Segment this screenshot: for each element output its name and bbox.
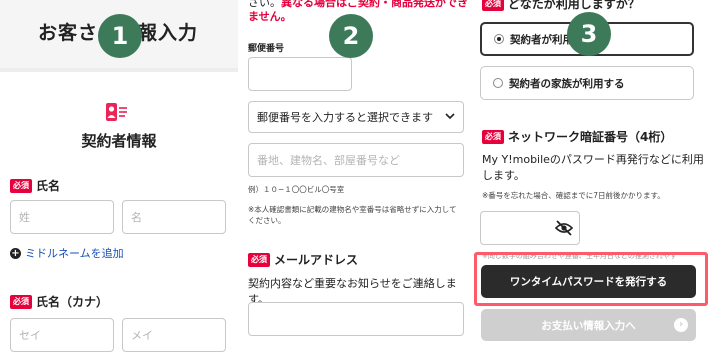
required-badge: 必須 xyxy=(482,129,504,144)
first-name-input[interactable]: 名 xyxy=(122,200,226,234)
pin-label-row: 必須 ネットワーク暗証番号（4桁） xyxy=(482,128,672,145)
name-label: 氏名 xyxy=(36,179,61,193)
radio-family-label: 契約者の家族が利用する xyxy=(509,77,625,90)
plus-circle-icon: + xyxy=(10,247,21,259)
eye-slash-icon[interactable] xyxy=(555,220,573,236)
postal-code-input[interactable] xyxy=(248,57,352,91)
step-badge-3: 3 xyxy=(567,12,611,56)
add-middle-name-link[interactable]: + ミドルネームを追加 xyxy=(10,245,124,261)
kana-label-row: 必須 氏名（カナ） xyxy=(10,293,108,310)
warning-plain: さい。 xyxy=(248,0,281,9)
required-badge: 必須 xyxy=(482,0,504,11)
address-select[interactable]: 郵便番号を入力すると選択できます xyxy=(248,101,464,133)
last-name-kana-input[interactable]: セイ xyxy=(10,318,114,352)
required-badge: 必須 xyxy=(10,294,32,309)
radio-selected-icon xyxy=(494,34,504,44)
title-divider xyxy=(0,68,238,72)
step-badge-1: 1 xyxy=(98,14,142,58)
name-label-row: 必須 氏名 xyxy=(10,177,60,194)
issue-otp-button[interactable]: ワンタイムパスワードを発行する xyxy=(481,265,696,298)
radio-unselected-icon xyxy=(493,78,503,88)
pin-note: ※番号を忘れた場合、確認までに7日前後かかります。 xyxy=(482,191,665,200)
next-payment-button[interactable]: お支払い情報入力へ › xyxy=(481,309,696,341)
first-name-kana-input[interactable]: メイ xyxy=(122,318,226,352)
address-note: ※本人確認書類に記載の建物名や室番号は省略せずに入力してください。 xyxy=(248,205,457,225)
email-label-row: 必須 メールアドレス xyxy=(248,251,358,268)
pin-label: ネットワーク暗証番号（4桁） xyxy=(508,130,673,144)
required-badge: 必須 xyxy=(248,252,270,267)
kana-label: 氏名（カナ） xyxy=(36,295,109,309)
address-select-value: 郵便番号を入力すると選択できます xyxy=(257,111,433,124)
first-name-placeholder: 名 xyxy=(131,211,142,224)
step-badge-2: 2 xyxy=(329,14,373,58)
pin-input[interactable] xyxy=(480,211,580,245)
arrow-right-icon: › xyxy=(674,318,688,332)
pin-description: My Y!mobileのパスワード再発行などに利用します。 xyxy=(482,153,704,182)
email-label: メールアドレス xyxy=(274,253,359,267)
first-kana-placeholder: メイ xyxy=(131,329,153,342)
address-example: 例）１０−１〇〇ビル〇号室 xyxy=(248,185,345,194)
address-detail-placeholder: 番地、建物名、部屋番号など xyxy=(257,154,400,167)
chevron-down-icon xyxy=(445,113,455,120)
postal-code-label: 郵便番号 xyxy=(248,44,285,54)
last-kana-placeholder: セイ xyxy=(19,329,41,342)
user-question-row: 必須 どなたが利用しますか？ xyxy=(482,0,640,12)
required-badge: 必須 xyxy=(10,178,32,193)
next-payment-label: お支払い情報入力へ xyxy=(541,319,636,332)
section-title-contractor: 契約者情報 xyxy=(81,132,157,150)
email-input[interactable] xyxy=(248,302,464,336)
last-name-placeholder: 姓 xyxy=(19,211,30,224)
address-detail-input[interactable]: 番地、建物名、部屋番号など xyxy=(248,143,464,177)
contract-person-icon xyxy=(106,103,127,121)
radio-family-uses[interactable]: 契約者の家族が利用する xyxy=(480,66,694,100)
add-middle-name-text: ミドルネームを追加 xyxy=(25,247,124,260)
user-question: どなたが利用しますか？ xyxy=(508,0,640,11)
last-name-input[interactable]: 姓 xyxy=(10,200,114,234)
